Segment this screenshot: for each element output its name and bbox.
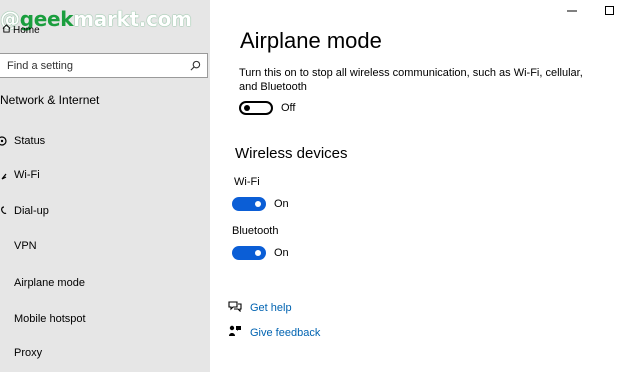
chat-bubble-icon bbox=[228, 300, 250, 315]
get-help-label: Get help bbox=[250, 301, 292, 314]
page-title: Airplane mode bbox=[240, 28, 382, 53]
sidebar-item-label: Mobile hotspot bbox=[14, 313, 86, 325]
airplane-description: Turn this on to stop all wireless commun… bbox=[239, 67, 583, 93]
proxy-icon bbox=[0, 347, 8, 359]
wifi-toggle-row: On bbox=[232, 197, 289, 211]
home-link[interactable]: Home bbox=[2, 24, 40, 36]
airplane-mode-toggle[interactable] bbox=[239, 101, 273, 115]
dialup-icon bbox=[0, 205, 8, 217]
sidebar-item-label: Proxy bbox=[14, 347, 43, 359]
search-icon bbox=[190, 60, 201, 71]
home-icon bbox=[2, 24, 11, 36]
sidebar-item-wifi[interactable]: Wi-Fi bbox=[0, 164, 210, 186]
get-help-link[interactable]: Get help bbox=[228, 300, 292, 315]
search-input[interactable]: Find a setting bbox=[0, 53, 208, 78]
bluetooth-toggle[interactable] bbox=[232, 246, 266, 260]
wifi-toggle[interactable] bbox=[232, 197, 266, 211]
maximize-icon[interactable] bbox=[604, 4, 616, 16]
home-label: Home bbox=[13, 24, 40, 36]
toggle-knob bbox=[255, 201, 261, 207]
airplane-toggle-state: Off bbox=[281, 102, 296, 114]
sidebar-item-proxy[interactable]: Proxy bbox=[0, 342, 210, 364]
wifi-icon bbox=[0, 169, 8, 181]
wifi-toggle-state: On bbox=[274, 198, 289, 210]
sidebar-item-mobile-hotspot[interactable]: Mobile hotspot bbox=[0, 308, 210, 330]
give-feedback-link[interactable]: Give feedback bbox=[228, 324, 320, 341]
main-content: Airplane mode Turn this on to stop all w… bbox=[210, 0, 629, 372]
minimize-icon[interactable] bbox=[566, 4, 578, 16]
watermark-rest: markt.com bbox=[73, 7, 192, 31]
sidebar-item-dialup[interactable]: Dial-up bbox=[0, 200, 210, 222]
wireless-devices-heading: Wireless devices bbox=[235, 145, 348, 162]
airplane-icon bbox=[0, 277, 8, 289]
bluetooth-label: Bluetooth bbox=[232, 225, 279, 237]
sidebar-item-label: Dial-up bbox=[14, 205, 49, 217]
bluetooth-toggle-state: On bbox=[274, 247, 289, 259]
sidebar: @geekmarkt.com Home Find a setting Netwo… bbox=[0, 0, 210, 372]
search-placeholder: Find a setting bbox=[7, 59, 74, 72]
bluetooth-toggle-row: On bbox=[232, 246, 289, 260]
sidebar-item-label: VPN bbox=[14, 240, 37, 252]
sidebar-item-vpn[interactable]: VPN bbox=[0, 235, 210, 257]
vpn-icon bbox=[0, 240, 8, 252]
airplane-toggle-row: Off bbox=[239, 101, 295, 115]
give-feedback-label: Give feedback bbox=[250, 326, 321, 339]
toggle-knob bbox=[244, 105, 250, 111]
section-title: Network & Internet bbox=[0, 93, 100, 107]
wifi-label: Wi-Fi bbox=[234, 176, 260, 188]
sidebar-item-label: Airplane mode bbox=[14, 277, 85, 289]
status-icon bbox=[0, 135, 8, 147]
sidebar-item-airplane-mode[interactable]: Airplane mode bbox=[0, 272, 210, 294]
sidebar-item-label: Wi-Fi bbox=[14, 169, 40, 181]
feedback-icon bbox=[228, 324, 250, 341]
hotspot-icon bbox=[0, 313, 8, 325]
sidebar-item-label: Status bbox=[14, 135, 46, 147]
toggle-knob bbox=[255, 250, 261, 256]
sidebar-item-status[interactable]: Status bbox=[0, 130, 210, 152]
